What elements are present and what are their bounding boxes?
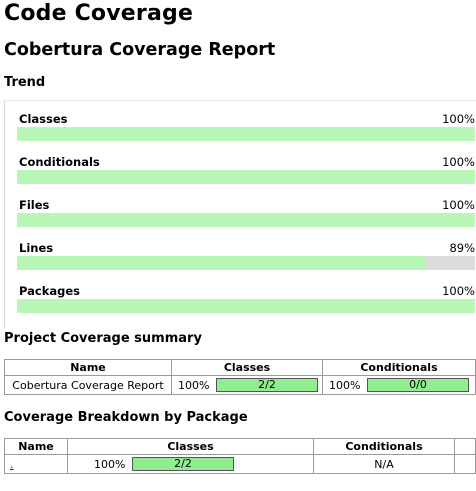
column-header-classes: Classes [67, 438, 314, 455]
classes-coverage-bar: 2/2 [132, 457, 234, 471]
conditionals-percent: 100% [329, 378, 361, 392]
trend-label: Packages [19, 284, 80, 298]
summary-conditionals-cell: 100% 0/0 [322, 375, 476, 395]
breakdown-table: Name Classes Conditionals . 100% 2/2 N/A [4, 438, 476, 474]
package-name-cell: . [4, 454, 68, 474]
trend-percent: 100% [442, 284, 475, 298]
trend-panel: Classes 100% Conditionals 100% Files 100… [4, 100, 476, 329]
package-link[interactable]: . [10, 458, 14, 471]
trend-label: Lines [19, 241, 54, 255]
trend-percent: 100% [442, 155, 475, 169]
summary-heading: Project Coverage summary [4, 331, 202, 346]
trend-bar-fill [17, 127, 475, 141]
table-header-row: Name Classes Conditionals [4, 359, 476, 376]
summary-table: Name Classes Conditionals Cobertura Cove… [4, 359, 476, 395]
trend-heading: Trend [4, 75, 46, 90]
trend-bar-fill [17, 256, 425, 270]
column-header-empty [454, 438, 476, 455]
classes-coverage-bar: 2/2 [216, 378, 318, 392]
breakdown-conditionals-cell: N/A [313, 454, 455, 474]
column-header-conditionals: Conditionals [322, 359, 476, 376]
table-header-row: Name Classes Conditionals [4, 438, 476, 455]
trend-bar [17, 213, 475, 227]
breakdown-classes-cell: 100% 2/2 [67, 454, 314, 474]
trend-label: Files [19, 198, 50, 212]
classes-percent: 100% [178, 378, 210, 392]
trend-bar [17, 299, 475, 313]
column-header-name: Name [4, 359, 172, 376]
column-header-conditionals: Conditionals [313, 438, 455, 455]
report-title: Cobertura Coverage Report [4, 40, 276, 60]
summary-classes-cell: 100% 2/2 [171, 375, 323, 395]
trend-label: Conditionals [19, 155, 100, 169]
breakdown-empty-cell [454, 454, 476, 474]
conditionals-coverage-bar: 0/0 [367, 378, 469, 392]
table-row: Cobertura Coverage Report 100% 2/2 100% … [4, 375, 476, 395]
trend-percent: 100% [442, 198, 475, 212]
trend-bar [17, 256, 475, 270]
page-title: Code Coverage [4, 1, 194, 26]
trend-label: Classes [19, 112, 68, 126]
trend-bar-fill [17, 170, 475, 184]
trend-bar [17, 170, 475, 184]
trend-percent: 89% [449, 241, 475, 255]
column-header-classes: Classes [171, 359, 323, 376]
trend-bar-fill [17, 299, 475, 313]
breakdown-heading: Coverage Breakdown by Package [4, 410, 248, 425]
summary-name-cell: Cobertura Coverage Report [4, 375, 172, 395]
trend-bar-fill [17, 213, 475, 227]
column-header-name: Name [4, 438, 68, 455]
table-row: . 100% 2/2 N/A [4, 454, 476, 474]
trend-bar [17, 127, 475, 141]
trend-percent: 100% [442, 112, 475, 126]
classes-percent: 100% [94, 457, 126, 471]
